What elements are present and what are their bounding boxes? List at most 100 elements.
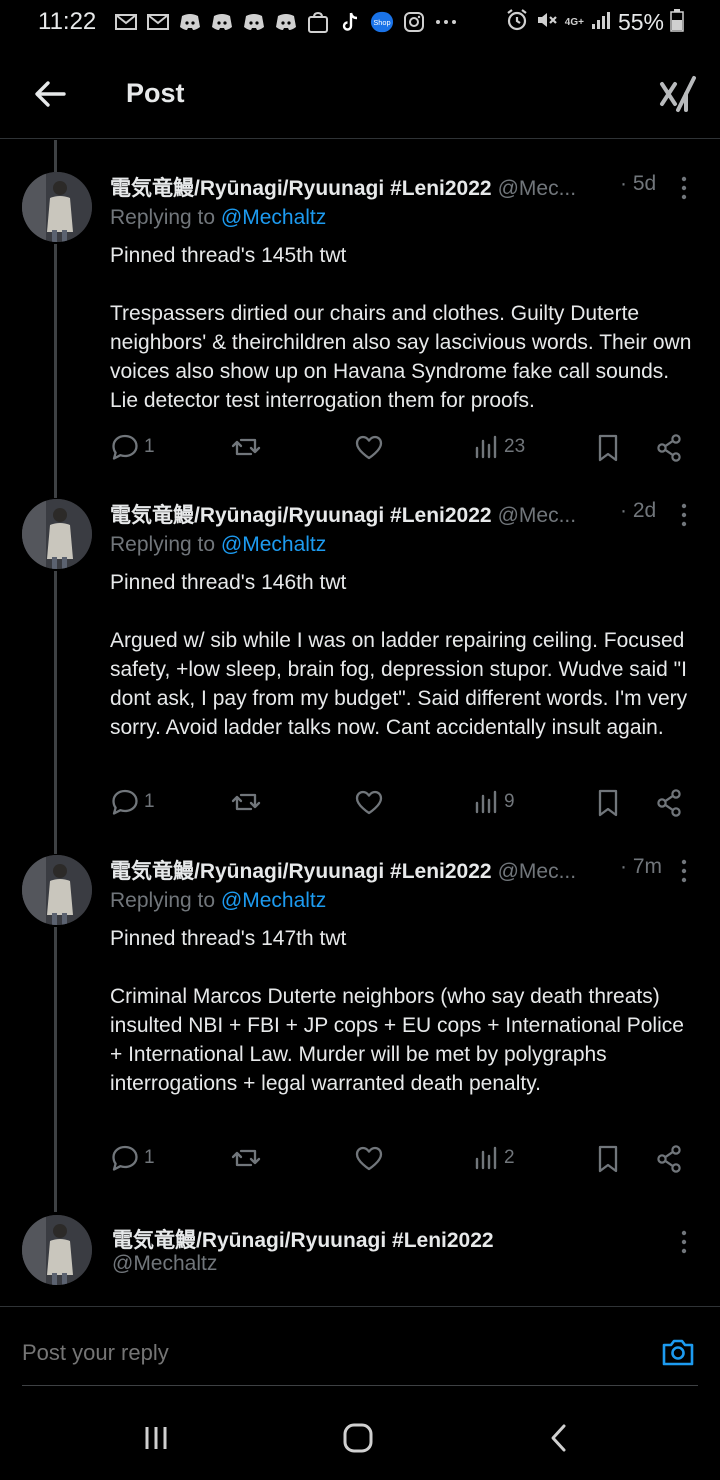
page-title: Post [126,78,185,108]
bookmark-button[interactable] [594,788,622,818]
author-name[interactable]: 電気竜鰻/Ryūnagi/Ryuunagi #Leni2022 [110,504,492,527]
more-options-button[interactable] [670,1230,698,1254]
views-count: 23 [504,436,526,457]
mention-link[interactable]: @Mechaltz [221,533,326,556]
discord-icon [210,10,234,34]
avatar[interactable] [22,499,92,569]
post[interactable]: 電気竜鰻/Ryūnagi/Ryuunagi #Leni2022 @Mec... ·… [0,172,720,472]
reply-underline [22,1385,698,1386]
mention-link[interactable]: @Mechaltz [221,889,326,912]
like-button[interactable] [354,433,384,461]
author-name[interactable]: 電気竜鰻/Ryūnagi/Ryuunagi #Leni2022 [110,860,492,883]
svg-text:Shop: Shop [373,18,390,27]
reply-icon [112,789,138,815]
notification-icons: Shop [114,9,458,35]
post-time: · 5d [620,172,657,195]
post[interactable]: 電気竜鰻/Ryūnagi/Ryuunagi #Leni2022 @Mec... ·… [0,499,720,829]
views-icon [475,790,497,814]
author-handle[interactable]: @Mec... [498,177,577,200]
heart-icon [355,435,383,460]
views-button[interactable]: 9 [474,788,515,816]
status-time: 11:22 [38,8,97,35]
avatar[interactable] [22,855,92,925]
replying-to: Replying to @Mechaltz [110,889,327,912]
reply-count: 1 [144,1147,155,1168]
gmail-icon [146,10,170,34]
share-button[interactable] [654,433,684,463]
avatar[interactable] [22,1215,92,1285]
repost-button[interactable] [230,433,262,461]
home-button[interactable] [338,1418,378,1458]
share-button[interactable] [654,1144,684,1174]
shopee-icon [306,10,330,34]
bookmark-icon [598,1145,618,1173]
avatar[interactable] [22,172,92,242]
battery-icon [670,8,684,37]
author-name[interactable]: 電気竜鰻/Ryūnagi/Ryuunagi #Leni2022 [110,177,492,200]
status-right: 4G+ 55% [505,8,684,37]
views-button[interactable]: 2 [474,1144,515,1172]
repost-button[interactable] [230,788,262,816]
system-back-button[interactable] [540,1418,580,1458]
reply-icon [112,434,138,460]
author-handle[interactable]: @Mec... [498,860,577,883]
bookmark-icon [598,434,618,462]
more-options-button[interactable] [670,503,698,527]
network-type: 4G+ [564,17,584,28]
gmail-icon [114,10,138,34]
views-icon [475,435,497,459]
more-options-button[interactable] [670,176,698,200]
repost-icon [231,793,261,811]
discord-icon [178,10,202,34]
grok-button[interactable] [656,72,700,116]
more-vertical-icon [681,503,687,527]
views-button[interactable]: 23 [474,433,525,461]
repost-icon [231,438,261,456]
back-button[interactable] [30,74,70,114]
reply-bar [0,1310,720,1390]
shop-icon: Shop [370,10,394,34]
camera-button[interactable] [660,1334,696,1370]
repost-button[interactable] [230,1144,262,1172]
recent-apps-button[interactable] [136,1418,176,1458]
status-bar: 11:22 Shop 4G+ 55% [0,0,720,44]
reply-button[interactable]: 1 [110,433,155,461]
reply-count: 1 [144,436,155,457]
bookmark-icon [598,789,618,817]
chevron-left-icon [551,1424,566,1452]
bookmark-button[interactable] [594,1144,622,1174]
post-text: Pinned thread's 145th twt Trespassers di… [110,244,692,412]
replying-to: Replying to @Mechaltz [110,206,327,229]
reply-icon [112,1145,138,1171]
heart-icon [355,1146,383,1171]
heart-icon [355,790,383,815]
more-options-button[interactable] [670,859,698,883]
discord-icon [242,10,266,34]
reply-count: 1 [144,791,155,812]
post-time: · 7m [620,855,662,878]
author-handle[interactable]: @Mechaltz [112,1252,217,1276]
focused-post-author[interactable]: 電気竜鰻/Ryūnagi/Ryuunagi #Leni2022 @Mechalt… [0,1212,720,1307]
grok-icon [660,76,696,112]
discord-icon [274,10,298,34]
author-handle[interactable]: @Mec... [498,504,577,527]
battery-percent: 55% [617,9,664,35]
views-count: 9 [504,791,515,812]
reply-button[interactable]: 1 [110,1144,155,1172]
reply-button[interactable]: 1 [110,788,155,816]
like-button[interactable] [354,1144,384,1172]
bookmark-button[interactable] [594,433,622,463]
mention-link[interactable]: @Mechaltz [221,206,326,229]
post-actions: 1 9 [110,788,690,818]
more-icon [434,10,458,34]
share-icon [657,1145,681,1173]
reply-input[interactable] [20,1322,644,1384]
share-icon [657,434,681,462]
more-vertical-icon [681,859,687,883]
post[interactable]: 電気竜鰻/Ryūnagi/Ryuunagi #Leni2022 @Mec... ·… [0,855,720,1185]
post-actions: 1 23 [110,433,690,463]
author-name[interactable]: 電気竜鰻/Ryūnagi/Ryuunagi #Leni2022 [112,1224,494,1254]
share-button[interactable] [654,788,684,818]
like-button[interactable] [354,788,384,816]
views-count: 2 [504,1147,515,1168]
